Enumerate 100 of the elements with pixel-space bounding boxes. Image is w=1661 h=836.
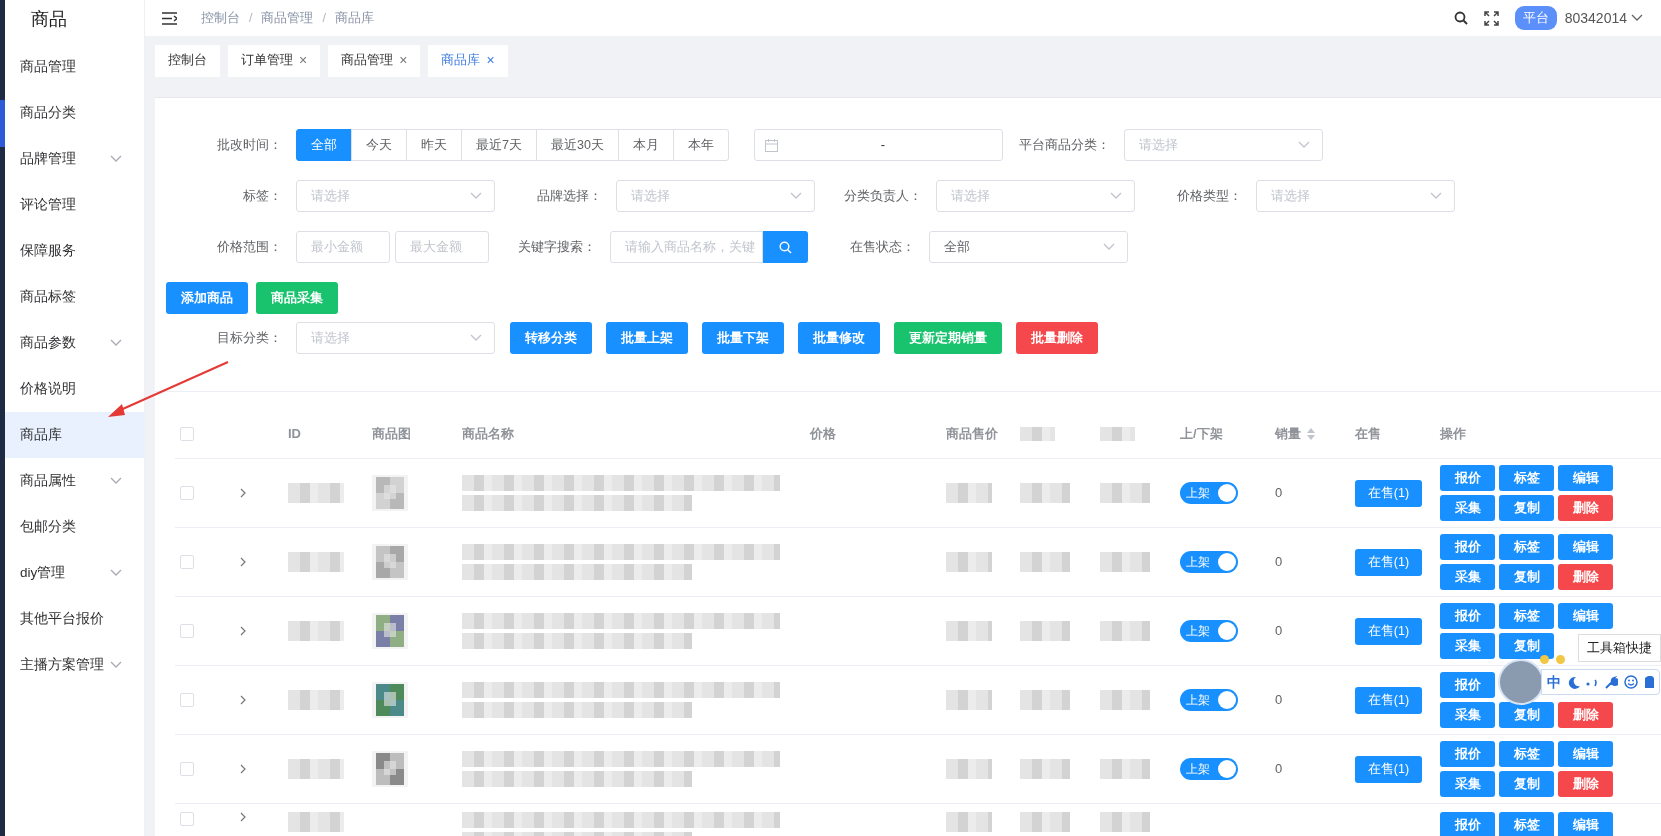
row-action-button[interactable]: 编辑	[1558, 741, 1613, 767]
row-action-button[interactable]: 采集	[1440, 495, 1495, 521]
row-action-button[interactable]: 编辑	[1558, 603, 1613, 629]
field-label: 价格类型：	[1176, 187, 1243, 206]
breadcrumb-item[interactable]: 商品库	[334, 8, 374, 28]
sidebar-item[interactable]: 商品标签	[5, 274, 144, 320]
sidebar-item[interactable]: 评论管理	[5, 182, 144, 228]
select-field[interactable]: 请选择	[1256, 180, 1455, 212]
role-badge: 平台	[1514, 5, 1557, 31]
listing-toggle[interactable]: 上架	[1180, 620, 1238, 642]
row-action-button[interactable]: 删除	[1558, 702, 1613, 728]
row-action-button[interactable]: 编辑	[1558, 465, 1613, 491]
tooltip: 工具箱快捷	[1578, 634, 1661, 662]
sidebar-item[interactable]: 商品属性	[5, 458, 144, 504]
row-action-button[interactable]: 复制	[1499, 633, 1554, 659]
select-field[interactable]: 请选择	[936, 180, 1135, 212]
row-action-button[interactable]: 标签	[1499, 812, 1554, 836]
listing-toggle[interactable]: 上架	[1180, 758, 1238, 780]
on-sale-button[interactable]: 在售(1)	[1355, 617, 1422, 645]
sidebar-item[interactable]: 价格说明	[5, 366, 144, 412]
sales-count: 0	[1275, 622, 1283, 641]
date-filter-option[interactable]: 本月	[617, 129, 674, 161]
listing-toggle[interactable]: 上架	[1180, 551, 1238, 573]
batch-button[interactable]: 更新定期销量	[894, 322, 1002, 354]
field-label: 在售状态：	[849, 238, 916, 257]
amount-field[interactable]: 最大金额	[395, 231, 489, 263]
column-header: 商品售价	[946, 424, 998, 443]
row-action-button[interactable]: 报价	[1440, 603, 1495, 629]
column-header: 操作	[1440, 424, 1466, 443]
batch-button[interactable]: 批量删除	[1016, 322, 1098, 354]
search-field[interactable]: 请输入商品名称，关键	[610, 231, 763, 263]
row-action-button[interactable]: 采集	[1440, 702, 1495, 728]
row-action-button[interactable]: 编辑	[1558, 534, 1613, 560]
date-filter-option[interactable]: 最近7天	[461, 129, 537, 161]
sidebar-item[interactable]: 品牌管理	[5, 136, 144, 182]
action-button[interactable]: 商品采集	[256, 282, 338, 314]
amount-field[interactable]: 最小金额	[296, 231, 390, 263]
on-sale-button[interactable]: 在售(1)	[1355, 479, 1422, 507]
row-action-button[interactable]: 复制	[1499, 702, 1554, 728]
row-action-button[interactable]: 复制	[1499, 495, 1554, 521]
on-sale-button[interactable]: 在售(1)	[1355, 548, 1422, 576]
row-action-button[interactable]: 标签	[1499, 741, 1554, 767]
listing-toggle[interactable]: 上架	[1180, 482, 1238, 504]
row-action-button[interactable]: 标签	[1499, 465, 1554, 491]
action-button[interactable]: 添加商品	[166, 282, 248, 314]
row-action-button[interactable]: 编辑	[1558, 812, 1613, 836]
batch-button[interactable]: 批量下架	[702, 322, 784, 354]
input-mode-toggle[interactable]: 中	[1547, 671, 1561, 693]
row-action-button[interactable]: 报价	[1440, 534, 1495, 560]
select-field[interactable]: 请选择	[296, 322, 495, 354]
row-action-button[interactable]: 标签	[1499, 603, 1554, 629]
row-action-button[interactable]: 删除	[1558, 495, 1613, 521]
row-action-button[interactable]: 采集	[1440, 564, 1495, 590]
sidebar-item[interactable]: 主播方案管理	[5, 642, 144, 688]
column-header[interactable]: 销量	[1275, 423, 1301, 444]
tab[interactable]: 订单管理 ×	[228, 44, 321, 77]
sidebar-item[interactable]: 商品参数	[5, 320, 144, 366]
select-field[interactable]: 请选择	[1123, 129, 1323, 161]
select-field[interactable]: 全部	[929, 231, 1128, 263]
row-action-button[interactable]: 标签	[1499, 534, 1554, 560]
batch-button[interactable]: 转移分类	[510, 322, 592, 354]
row-action-button[interactable]: 报价	[1440, 812, 1495, 836]
on-sale-button[interactable]: 在售(1)	[1355, 755, 1422, 783]
breadcrumb-item[interactable]: 商品管理	[261, 8, 314, 28]
batch-button[interactable]: 批量修改	[798, 322, 880, 354]
row-action-button[interactable]: 报价	[1440, 465, 1495, 491]
sidebar-item[interactable]: 保障服务	[5, 228, 144, 274]
breadcrumb-item[interactable]: 控制台	[201, 8, 240, 28]
row-action-button[interactable]: 采集	[1440, 633, 1495, 659]
sidebar-item[interactable]: 商品分类	[5, 90, 144, 136]
row-action-button[interactable]: 采集	[1440, 771, 1495, 797]
sidebar-item[interactable]: 商品库	[5, 412, 144, 458]
tab[interactable]: 商品库 ×	[428, 44, 508, 77]
date-range-field[interactable]: -	[753, 129, 1003, 161]
tab[interactable]: 控制台	[155, 44, 220, 77]
row-action-button[interactable]: 删除	[1558, 771, 1613, 797]
field-label: 关键字搜索：	[517, 238, 597, 257]
date-filter-option[interactable]: 全部	[296, 129, 352, 161]
row-action-button[interactable]: 复制	[1499, 771, 1554, 797]
row-action-button[interactable]: 报价	[1440, 741, 1495, 767]
select-field[interactable]: 请选择	[296, 180, 495, 212]
sidebar-item[interactable]: diy管理	[5, 550, 144, 596]
tab[interactable]: 商品管理 ×	[328, 44, 421, 77]
batch-button[interactable]: 批量上架	[606, 322, 688, 354]
column-header: ID	[288, 424, 301, 443]
sales-count: 0	[1275, 553, 1283, 572]
sidebar-item[interactable]: 其他平台报价	[5, 596, 144, 642]
date-filter-option[interactable]: 今天	[351, 129, 407, 161]
select-field[interactable]: 请选择	[616, 180, 815, 212]
listing-toggle[interactable]: 上架	[1180, 689, 1238, 711]
sidebar-item[interactable]: 包邮分类	[5, 504, 144, 550]
row-action-button[interactable]: 报价	[1440, 672, 1495, 698]
sidebar-item[interactable]: 商品管理	[5, 44, 144, 90]
row-action-button[interactable]: 删除	[1558, 564, 1613, 590]
on-sale-button[interactable]: 在售(1)	[1355, 686, 1422, 714]
row-action-button[interactable]: 复制	[1499, 564, 1554, 590]
date-filter-option[interactable]: 最近30天	[535, 129, 619, 161]
date-filter-option[interactable]: 昨天	[406, 129, 462, 161]
date-filter-option[interactable]: 本年	[672, 129, 729, 161]
user-menu[interactable]: 80342014	[1564, 7, 1643, 29]
